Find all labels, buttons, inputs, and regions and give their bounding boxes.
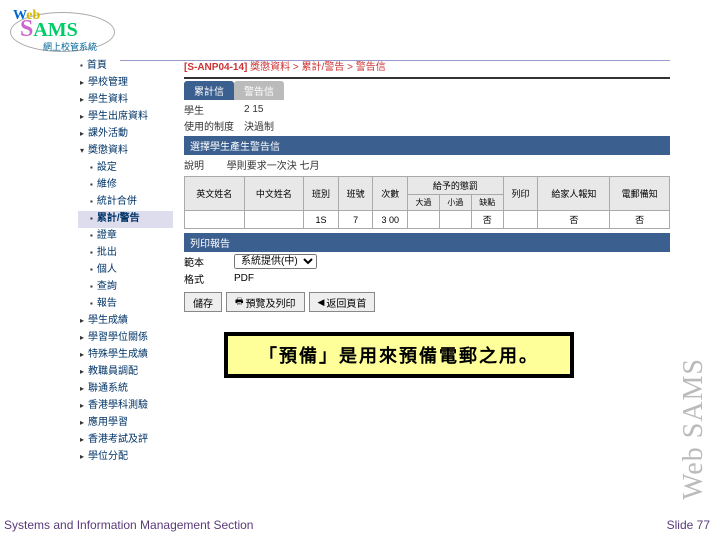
- sidebar-item-9[interactable]: 累計/警告: [78, 211, 173, 228]
- sidebar-item-4[interactable]: 課外活動: [78, 126, 173, 143]
- sidebar-item-22[interactable]: 香港考試及評: [78, 432, 173, 449]
- sidebar-item-20[interactable]: 香港學科測驗: [78, 398, 173, 415]
- sidebar-item-0[interactable]: 首頁: [78, 58, 173, 75]
- sidebar-item-7[interactable]: 維修: [78, 177, 173, 194]
- hint-text: 說明 學則要求一次決 七月: [184, 157, 670, 172]
- format-value: PDF: [234, 273, 254, 284]
- breadcrumb: [S-ANP04-14] 獎懲資料 > 累計/警告 > 警告信: [184, 58, 670, 73]
- footer-left: Systems and Information Management Secti…: [4, 518, 253, 532]
- slide-footer: Systems and Information Management Secti…: [4, 518, 710, 532]
- sidebar-item-5[interactable]: 獎懲資料: [78, 143, 173, 160]
- info-value-0: 2 15: [244, 104, 263, 115]
- sidebar-item-21[interactable]: 應用學習: [78, 415, 173, 432]
- sidebar-item-8[interactable]: 統計合併: [78, 194, 173, 211]
- sidebar-item-12[interactable]: 個人: [78, 262, 173, 279]
- sidebar-item-3[interactable]: 學生出席資料: [78, 109, 173, 126]
- print-section-header: 列印報告: [184, 233, 670, 252]
- sidebar-item-17[interactable]: 特殊學生成績: [78, 347, 173, 364]
- sidebar-item-2[interactable]: 學生資料: [78, 92, 173, 109]
- sidebar-item-11[interactable]: 批出: [78, 245, 173, 262]
- button-1[interactable]: 🖶預覽及列印: [226, 292, 305, 312]
- template-select[interactable]: 系統提供(中): [234, 254, 317, 269]
- sidebar-item-16[interactable]: 學習學位關係: [78, 330, 173, 347]
- sidebar-item-1[interactable]: 學校管理: [78, 75, 173, 92]
- tab-1[interactable]: 警告信: [234, 81, 284, 100]
- sidebar-item-10[interactable]: 證章: [78, 228, 173, 245]
- format-label: 格式: [184, 271, 234, 286]
- tab-0[interactable]: 累計信: [184, 81, 234, 100]
- info-label-0: 學生: [184, 102, 244, 117]
- btn-icon-2: ◀: [318, 297, 325, 308]
- watermark-text: Web SAMS: [678, 358, 710, 500]
- section-banner: 選擇學生產生警告信: [184, 136, 670, 155]
- sidebar-item-6[interactable]: 設定: [78, 160, 173, 177]
- websams-logo: Web SAMS 網上校管系統: [8, 8, 118, 58]
- info-value-1: 決過制: [244, 118, 274, 133]
- sidebar-item-18[interactable]: 教職員調配: [78, 364, 173, 381]
- sidebar-item-15[interactable]: 學生成績: [78, 313, 173, 330]
- sidebar-item-13[interactable]: 查詢: [78, 279, 173, 296]
- callout-box: 「預備」是用來預備電郵之用。: [224, 332, 574, 378]
- sidebar-item-19[interactable]: 聯通系統: [78, 381, 173, 398]
- sidebar-item-23[interactable]: 學位分配: [78, 449, 173, 466]
- sidebar-nav: 首頁學校管理學生資料學生出席資料課外活動獎懲資料設定維修統計合併累計/警告證章批…: [78, 58, 173, 466]
- button-0[interactable]: 儲存: [184, 292, 222, 312]
- template-label: 範本: [184, 254, 234, 269]
- button-2[interactable]: ◀返回頁首: [309, 292, 376, 312]
- info-label-1: 使用的制度: [184, 118, 244, 133]
- table-row[interactable]: 1S73 00否否否: [185, 211, 670, 229]
- sidebar-item-14[interactable]: 報告: [78, 296, 173, 313]
- footer-right: Slide 77: [667, 518, 710, 532]
- main-content: [S-ANP04-14] 獎懲資料 > 累計/警告 > 警告信 累計信警告信 學…: [184, 58, 670, 312]
- btn-icon-1: 🖶: [235, 294, 244, 310]
- student-table: 英文姓名中文姓名班別班號次數給予的懲罰列印給家人報知電郵備知 大過小過缺點 1S…: [184, 176, 670, 229]
